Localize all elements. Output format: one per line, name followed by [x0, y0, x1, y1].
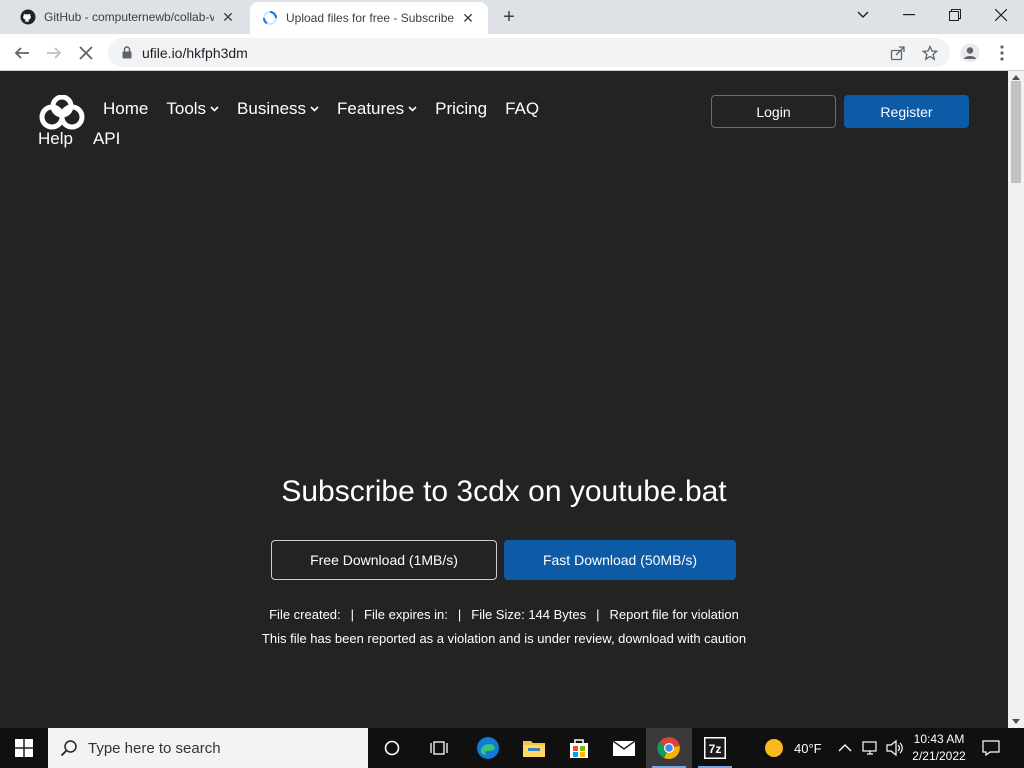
tab-github[interactable]: GitHub - computernewb/collab-v ✕: [8, 0, 248, 34]
file-info: File created: | File expires in: | File Size…: [0, 607, 1008, 622]
microsoft-store-icon[interactable]: [556, 728, 602, 768]
clock-date: 2/21/2022: [912, 749, 966, 763]
sun-icon: [764, 738, 784, 758]
weather-temp: 40°F: [794, 740, 822, 756]
browser-toolbar: ufile.io/hkfph3dm: [0, 34, 1024, 71]
free-download-button[interactable]: Free Download (1MB/s): [271, 540, 497, 580]
stop-loading-icon[interactable]: [72, 39, 100, 67]
task-view-icon[interactable]: [416, 728, 462, 768]
taskbar-search-input[interactable]: Type here to search: [48, 728, 368, 768]
nav-pricing[interactable]: Pricing: [435, 99, 487, 119]
file-explorer-icon[interactable]: [511, 728, 557, 768]
loading-spinner-icon: [262, 10, 278, 26]
nav-label: Features: [337, 99, 405, 118]
chevron-down-icon: [310, 104, 319, 115]
show-hidden-icons-icon[interactable]: [838, 728, 852, 768]
separator: |: [350, 607, 355, 622]
scroll-down-icon[interactable]: [1012, 719, 1020, 724]
tab-ufile[interactable]: Upload files for free - Subscribe t ✕: [250, 2, 488, 34]
profile-avatar-icon[interactable]: [956, 39, 984, 67]
network-icon[interactable]: [862, 728, 880, 768]
scroll-up-icon[interactable]: [1012, 75, 1020, 80]
search-icon: [60, 739, 78, 757]
nav-tools[interactable]: Tools: [166, 99, 219, 119]
main-nav: Home Tools Business Features Pricing FAQ: [103, 99, 557, 119]
mail-icon[interactable]: [601, 728, 647, 768]
nav-business[interactable]: Business: [237, 99, 319, 119]
ufile-logo-icon[interactable]: [38, 94, 86, 131]
web-page: Home Tools Business Features Pricing FAQ…: [0, 71, 1008, 728]
close-window-icon[interactable]: [978, 0, 1024, 30]
register-button[interactable]: Register: [844, 95, 969, 128]
nav-faq[interactable]: FAQ: [505, 99, 539, 119]
scroll-thumb[interactable]: [1011, 81, 1021, 183]
address-bar[interactable]: ufile.io/hkfph3dm: [108, 38, 950, 67]
file-title: Subscribe to 3cdx on youtube.bat: [281, 475, 727, 508]
back-icon[interactable]: [8, 39, 36, 67]
nav-label: Business: [237, 99, 307, 118]
windows-taskbar: Type here to search 7z 40°F 10:43 AM 2/2…: [0, 728, 1024, 768]
search-placeholder: Type here to search: [88, 739, 221, 757]
volume-icon[interactable]: [886, 728, 904, 768]
separator: |: [596, 607, 600, 622]
tab-title: GitHub - computernewb/collab-v: [44, 10, 214, 24]
lock-icon[interactable]: [122, 46, 132, 59]
report-link[interactable]: Report file for violation: [610, 607, 739, 622]
page-scrollbar[interactable]: [1008, 71, 1024, 728]
share-icon[interactable]: [884, 39, 912, 67]
url-text: ufile.io/hkfph3dm: [142, 44, 248, 61]
svg-text:7z: 7z: [709, 742, 722, 756]
nav-home[interactable]: Home: [103, 99, 148, 119]
nav-api[interactable]: API: [93, 129, 120, 149]
clock-time: 10:43 AM: [913, 732, 965, 746]
fast-download-button[interactable]: Fast Download (50MB/s): [504, 540, 736, 580]
nav-label: FAQ: [505, 99, 540, 118]
tab-title: Upload files for free - Subscribe t: [286, 11, 454, 25]
close-tab-icon[interactable]: ✕: [460, 10, 476, 26]
nav-help[interactable]: Help: [38, 129, 73, 149]
file-size: File Size: 144 Bytes: [471, 607, 587, 622]
edge-icon[interactable]: [465, 728, 511, 768]
bookmark-star-icon[interactable]: [916, 39, 944, 67]
secondary-nav: Help API: [38, 129, 140, 149]
login-button[interactable]: Login: [711, 95, 836, 128]
tab-strip: GitHub - computernewb/collab-v ✕ Upload …: [0, 0, 1024, 34]
github-icon: [20, 9, 36, 25]
file-created: File created:: [269, 607, 341, 622]
forward-icon[interactable]: [40, 39, 68, 67]
7zip-icon[interactable]: 7z: [692, 728, 738, 768]
new-tab-icon[interactable]: +: [498, 6, 520, 28]
menu-kebab-icon[interactable]: [988, 39, 1016, 67]
windows-start-icon[interactable]: [0, 728, 48, 768]
cortana-icon[interactable]: [369, 728, 415, 768]
nav-label: Pricing: [435, 99, 488, 118]
chevron-down-icon: [408, 104, 417, 115]
nav-label: Home: [103, 99, 149, 118]
separator: |: [457, 607, 462, 622]
violation-warning: This file has been reported as a violati…: [261, 631, 747, 646]
chevron-down-icon: [210, 104, 219, 115]
file-expires: File expires in:: [364, 607, 448, 622]
restore-icon[interactable]: [932, 0, 978, 30]
nav-features[interactable]: Features: [337, 99, 417, 119]
tab-search-icon[interactable]: [840, 0, 886, 30]
weather-widget[interactable]: 40°F: [764, 728, 822, 768]
notifications-icon[interactable]: [982, 728, 1000, 768]
minimize-icon[interactable]: [886, 0, 932, 30]
nav-label: Tools: [166, 99, 207, 118]
close-tab-icon[interactable]: ✕: [220, 9, 236, 25]
system-clock[interactable]: 10:43 AM 2/21/2022: [906, 731, 972, 765]
chrome-icon[interactable]: [646, 728, 692, 768]
